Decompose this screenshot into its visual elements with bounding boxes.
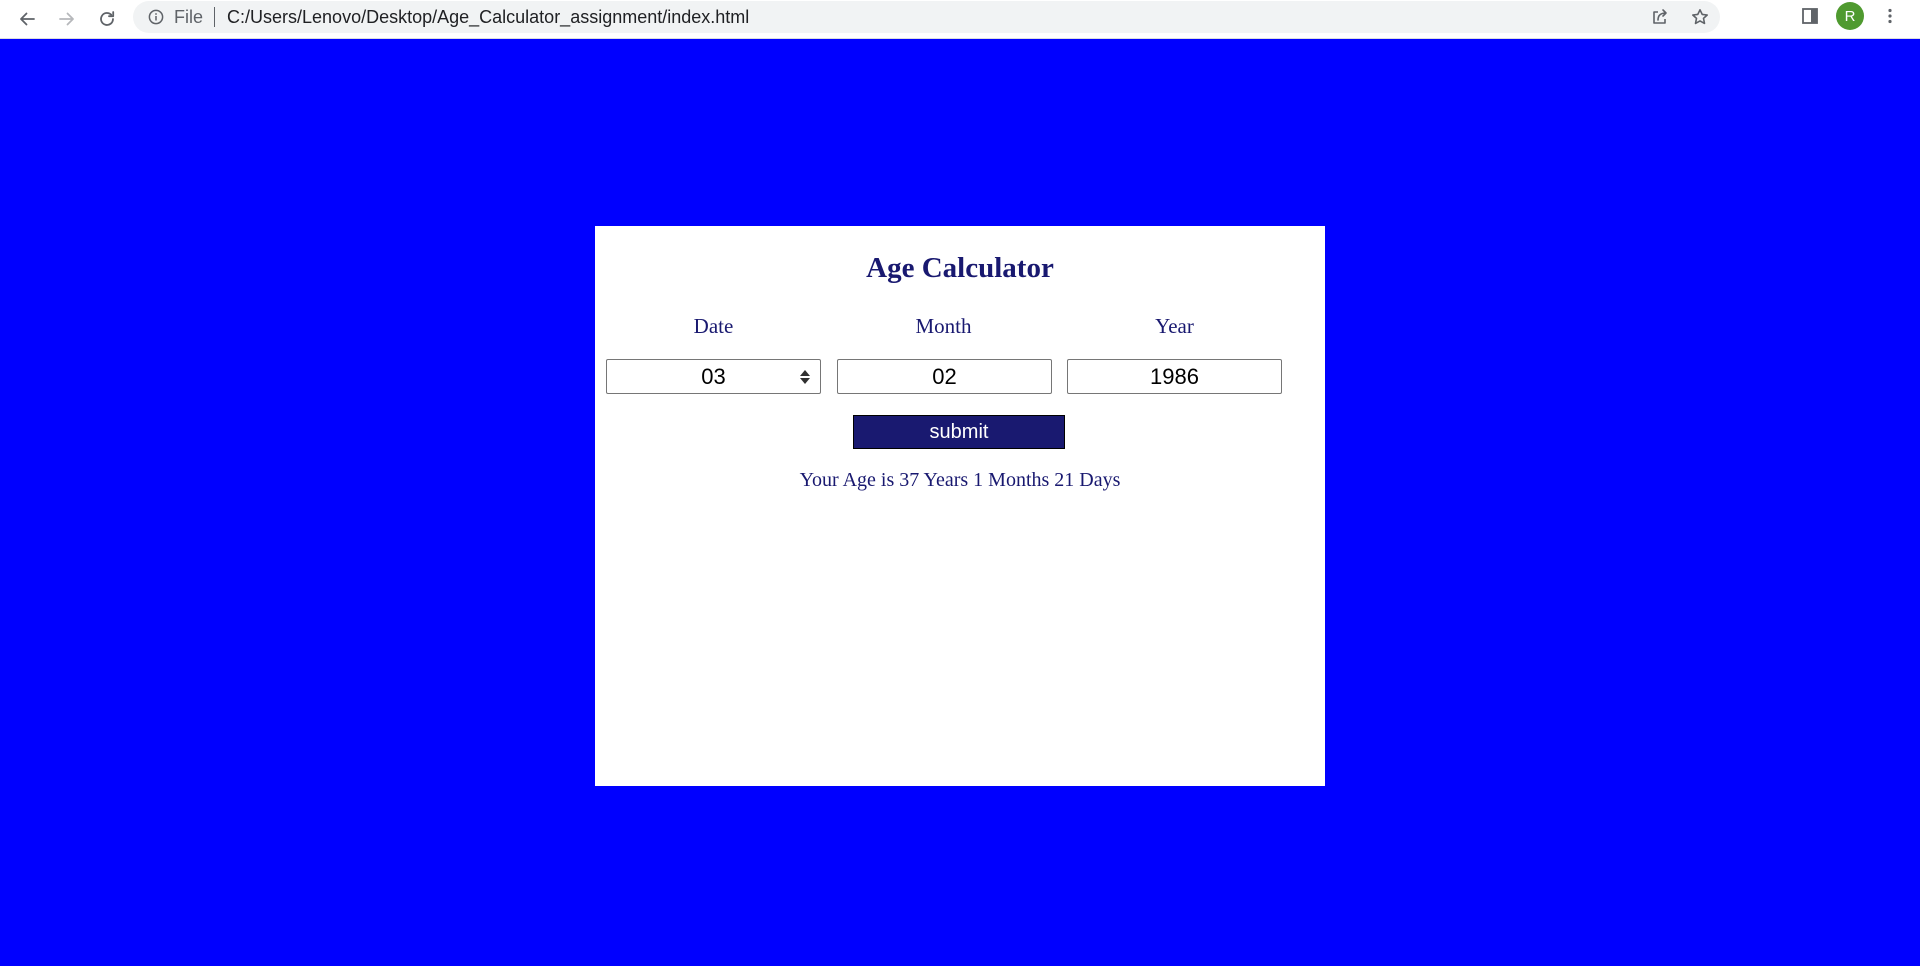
date-label: Date [693, 314, 734, 338]
share-button[interactable] [1640, 1, 1680, 33]
back-button[interactable] [7, 3, 47, 35]
spin-down-icon[interactable] [800, 378, 810, 384]
browser-toolbar: File C:/Users/Lenovo/Desktop/Age_Calcula… [0, 0, 1920, 39]
month-input[interactable] [837, 359, 1052, 394]
back-arrow-icon [20, 12, 35, 26]
side-panel-icon [1802, 8, 1818, 24]
site-info-label: File [174, 6, 204, 27]
info-icon [148, 9, 164, 25]
avatar: R [1836, 2, 1864, 30]
age-result: Your Age is 37 Years 1 Months 21 Days [799, 469, 1121, 491]
site-info-button[interactable]: File [148, 7, 203, 28]
star-icon [1692, 9, 1708, 25]
spin-up-icon[interactable] [800, 370, 810, 376]
address-separator [214, 7, 216, 27]
year-label: Year [1155, 314, 1194, 338]
kebab-menu-icon [1888, 8, 1892, 24]
reload-button[interactable] [87, 3, 127, 35]
date-spinner[interactable] [799, 365, 811, 389]
profile-button[interactable]: R [1830, 0, 1870, 32]
date-input[interactable] [606, 359, 821, 394]
page-title: Age Calculator [866, 252, 1054, 284]
submit-button[interactable]: submit [853, 415, 1065, 449]
url-text[interactable]: C:/Users/Lenovo/Desktop/Age_Calculator_a… [227, 7, 749, 28]
browser-tools: R [1790, 0, 1910, 32]
side-panel-button[interactable] [1790, 0, 1830, 32]
forward-button[interactable] [47, 3, 87, 35]
address-bar-actions [1640, 1, 1720, 33]
month-label: Month [915, 314, 972, 338]
bookmark-button[interactable] [1680, 1, 1720, 33]
menu-button[interactable] [1870, 0, 1910, 32]
reload-icon [100, 11, 115, 26]
year-input[interactable] [1067, 359, 1282, 394]
forward-arrow-icon [59, 12, 74, 26]
share-icon [1653, 9, 1667, 24]
age-calculator-card: Age Calculator Date Month Year submit Yo… [595, 226, 1325, 786]
address-bar[interactable]: File C:/Users/Lenovo/Desktop/Age_Calcula… [133, 1, 1720, 33]
